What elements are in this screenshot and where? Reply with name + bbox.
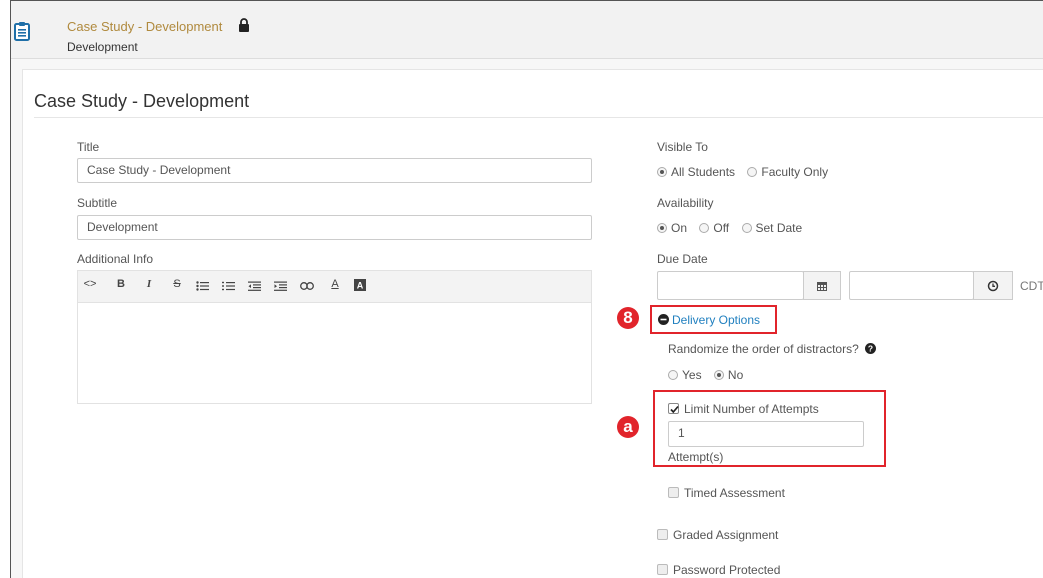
calendar-button[interactable] — [803, 271, 841, 300]
limit-attempts-row[interactable]: Limit Number of Attempts — [668, 402, 819, 416]
timed-assessment-checkbox[interactable] — [668, 487, 679, 498]
availability-group: On Off Set Date — [657, 221, 811, 235]
background-color-icon[interactable]: A — [354, 279, 368, 291]
randomize-label: Randomize the order of distractors? — [668, 342, 859, 356]
due-time-input[interactable] — [849, 271, 974, 300]
page-header: Case Study - Development Development — [11, 1, 1043, 59]
graded-assignment-row[interactable]: Graded Assignment — [657, 528, 778, 542]
password-protected-row[interactable]: Password Protected — [657, 563, 780, 577]
breadcrumb-subtitle: Development — [67, 40, 138, 54]
bullet-list-icon[interactable] — [196, 281, 210, 291]
timed-assessment-row[interactable]: Timed Assessment — [668, 486, 785, 500]
link-icon[interactable] — [300, 282, 314, 290]
subtitle-label: Subtitle — [77, 196, 118, 210]
outdent-icon[interactable] — [248, 281, 262, 291]
availability-on[interactable]: On — [657, 221, 687, 235]
svg-text:A: A — [357, 281, 364, 291]
numbered-list-icon[interactable] — [222, 281, 236, 291]
due-date-label: Due Date — [657, 252, 708, 266]
randomize-group: Yes No — [668, 368, 752, 382]
availability-set-date[interactable]: Set Date — [741, 221, 802, 235]
attempts-input[interactable]: 1 — [668, 421, 864, 447]
indent-icon[interactable] — [274, 281, 288, 291]
due-date-input[interactable] — [657, 271, 804, 300]
limit-attempts-checkbox[interactable] — [668, 403, 679, 414]
visible-to-group: All Students Faculty Only — [657, 165, 837, 179]
help-icon[interactable]: ? — [865, 343, 877, 357]
editor-toolbar: <> B I S A A — [78, 271, 591, 303]
breadcrumb-title[interactable]: Case Study - Development — [67, 19, 222, 34]
delivery-options-link[interactable]: Delivery Options — [672, 313, 760, 327]
radio-selected[interactable] — [713, 370, 724, 380]
clipboard-icon — [14, 21, 30, 41]
randomize-label-row: Randomize the order of distractors? ? — [668, 342, 877, 357]
graded-assignment-label: Graded Assignment — [673, 528, 779, 542]
calendar-icon — [817, 281, 827, 291]
radio-unselected[interactable] — [668, 370, 678, 380]
title-input[interactable]: Case Study - Development — [77, 158, 592, 183]
subtitle-input[interactable]: Development — [77, 215, 592, 240]
page-title: Case Study - Development — [34, 91, 250, 111]
lock-icon — [238, 18, 250, 32]
app-frame: Case Study - Development Development Cas… — [10, 0, 1043, 578]
clock-icon — [987, 280, 999, 291]
randomize-yes[interactable]: Yes — [668, 368, 702, 382]
visible-all-students[interactable]: All Students — [657, 165, 735, 179]
minus-circle-icon — [658, 314, 669, 328]
radio-unselected[interactable] — [699, 223, 710, 233]
text-color-icon[interactable]: A — [328, 278, 342, 290]
bold-icon[interactable]: B — [114, 278, 128, 290]
radio-selected[interactable] — [657, 223, 667, 233]
form-panel: Case Study - Development Title Case Stud… — [22, 69, 1043, 578]
italic-icon[interactable]: I — [142, 278, 156, 290]
timed-assessment-label: Timed Assessment — [684, 486, 785, 500]
visible-to-label: Visible To — [657, 140, 708, 154]
randomize-no[interactable]: No — [713, 368, 743, 382]
step-badge: 8 — [617, 307, 639, 329]
availability-label: Availability — [657, 196, 714, 210]
content-area: Case Study - Development Title Case Stud… — [11, 59, 1043, 578]
strikethrough-icon[interactable]: S — [170, 278, 184, 290]
visible-faculty-only[interactable]: Faculty Only — [747, 165, 828, 179]
rich-text-editor: <> B I S A A — [77, 270, 592, 404]
radio-selected[interactable] — [657, 167, 667, 177]
limit-attempts-label: Limit Number of Attempts — [684, 402, 819, 416]
code-view-icon[interactable]: <> — [83, 278, 97, 290]
password-protected-checkbox[interactable] — [657, 564, 668, 575]
additional-info-label: Additional Info — [77, 252, 154, 266]
radio-unselected[interactable] — [747, 167, 758, 177]
clock-button[interactable] — [973, 271, 1013, 300]
availability-off[interactable]: Off — [699, 221, 729, 235]
check-icon — [670, 405, 679, 414]
graded-assignment-checkbox[interactable] — [657, 529, 668, 540]
svg-text:?: ? — [868, 344, 873, 354]
title-label: Title — [77, 140, 100, 154]
sub-step-badge: a — [617, 416, 639, 438]
password-protected-label: Password Protected — [673, 563, 781, 577]
attempts-unit-label: Attempt(s) — [668, 450, 724, 464]
timezone-label: CDT — [1020, 279, 1043, 293]
title-divider — [34, 117, 1043, 118]
delivery-options-toggle[interactable]: Delivery Options — [658, 313, 760, 328]
radio-unselected[interactable] — [741, 223, 752, 233]
